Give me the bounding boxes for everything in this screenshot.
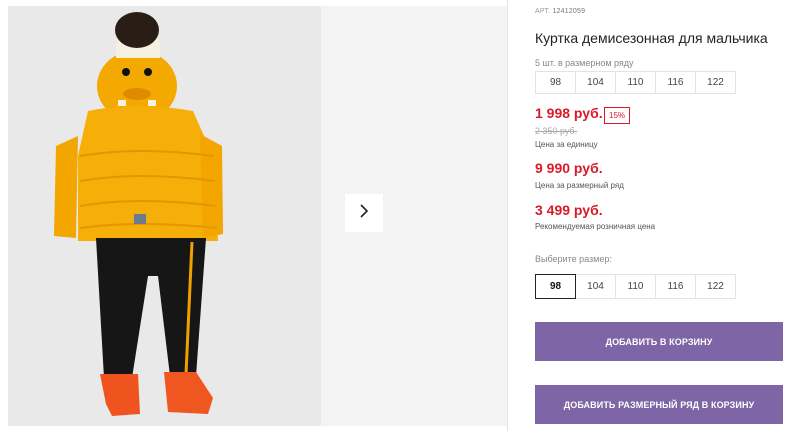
product-gallery [0,0,522,431]
series-size-list: 98 104 110 116 122 [535,71,736,94]
series-price: 9 990 руб. [535,160,603,176]
size-option[interactable]: 104 [575,274,616,299]
panel-divider [507,0,508,431]
series-size: 104 [575,71,616,94]
product-photo [8,6,321,426]
add-series-to-cart-button[interactable]: ДОБАВИТЬ РАЗМЕРНЫЙ РЯД В КОРЗИНУ [535,385,783,424]
article-label: АРТ. [535,8,551,15]
old-price: 2 350 руб. [535,126,578,136]
series-size: 98 [535,71,576,94]
size-option[interactable]: 110 [615,274,656,299]
size-picker-label: Выберите размер: [535,254,612,264]
retail-price: 3 499 руб. [535,202,603,218]
series-count-label: 5 шт. в размерном ряду [535,58,634,68]
gallery-next-button[interactable] [345,194,383,232]
discount-badge: 15% [604,107,631,124]
retail-price-note: Рекомендуемая розничная цена [535,222,656,231]
size-option-selected[interactable]: 98 [535,274,576,299]
series-size: 122 [695,71,736,94]
product-info-panel: АРТ. 12412059 Куртка демисезонная для ма… [535,0,790,431]
size-option[interactable]: 116 [655,274,696,299]
unit-price-note: Цена за единицу [535,140,598,149]
add-to-cart-button[interactable]: ДОБАВИТЬ В КОРЗИНУ [535,322,783,361]
product-title: Куртка демисезонная для мальчика [535,30,768,46]
series-size: 110 [615,71,656,94]
article-number: АРТ. 12412059 [535,8,585,15]
size-picker: 98 104 110 116 122 [535,274,736,299]
article-value: 12412059 [552,8,586,15]
unit-price: 1 998 руб. [535,105,603,121]
size-option[interactable]: 122 [695,274,736,299]
series-size: 116 [655,71,696,94]
boy-in-yellow-jacket-image [54,12,223,416]
series-price-note: Цена за размерный ряд [535,181,624,190]
chevron-right-icon [358,203,370,224]
